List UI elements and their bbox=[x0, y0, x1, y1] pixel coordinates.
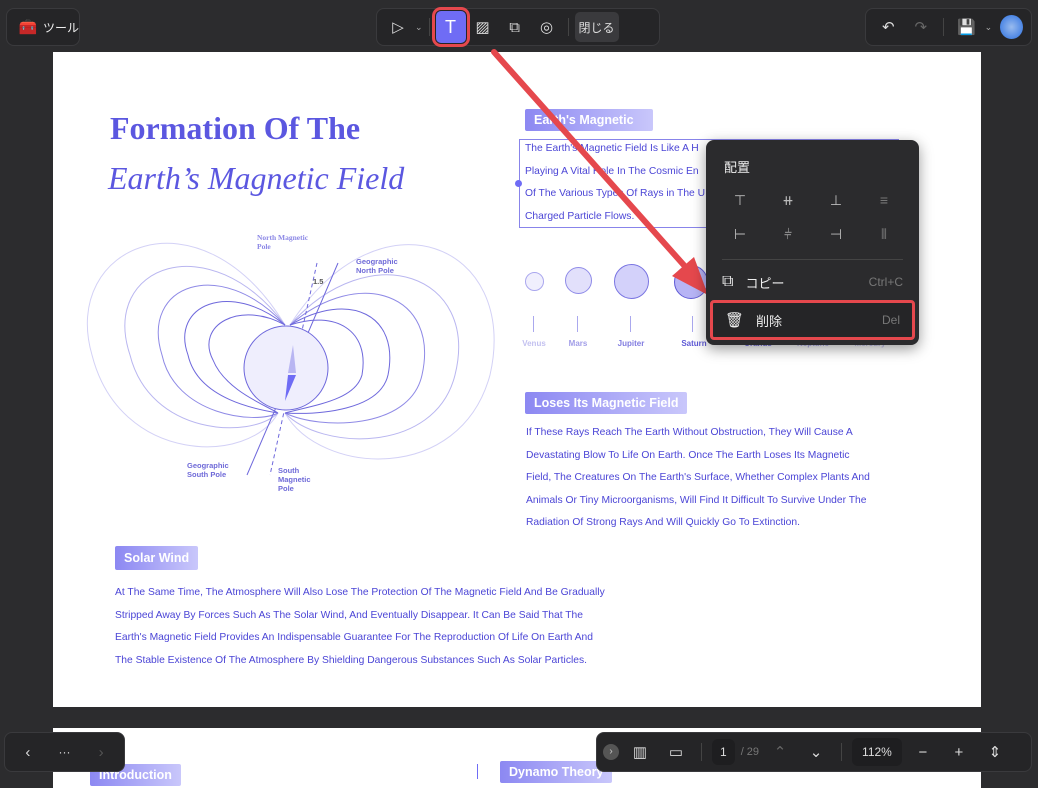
align-left-icon[interactable]: ⊢ bbox=[727, 226, 753, 248]
copy-shortcut: Ctrl+C bbox=[868, 275, 903, 289]
presentation-icon[interactable]: ▭ bbox=[661, 737, 691, 767]
divider bbox=[701, 743, 702, 761]
zoom-in-icon[interactable]: + bbox=[944, 737, 974, 767]
page-layout-icon[interactable]: ▥ bbox=[625, 737, 655, 767]
distribute-horizontal-icon[interactable]: ⦀ bbox=[871, 226, 897, 248]
more-button[interactable]: ··· bbox=[58, 745, 70, 759]
chevron-left-icon[interactable]: ‹ bbox=[13, 737, 43, 767]
align-middle-icon[interactable]: ⧺ bbox=[775, 192, 801, 214]
annotation-arrow bbox=[491, 49, 708, 295]
zoom-level[interactable]: 112% bbox=[852, 738, 902, 766]
page-number-input[interactable]: 1 bbox=[712, 739, 735, 765]
context-menu: 配置 ⊤ ⧺ ⊥ ≡ ⊢ ⫩ ⊣ ⦀ ⧉ コピー Ctrl+C 🗑 削除 Del bbox=[706, 140, 919, 345]
delete-label: 削除 bbox=[756, 313, 783, 329]
align-center-icon[interactable]: ⫩ bbox=[775, 226, 801, 248]
menu-title: 配置 bbox=[724, 160, 751, 175]
fit-page-icon[interactable]: ⇕ bbox=[980, 737, 1010, 767]
align-right-icon[interactable]: ⊣ bbox=[823, 226, 849, 248]
page-total: / 29 bbox=[740, 746, 760, 758]
distribute-vertical-icon[interactable]: ≡ bbox=[871, 192, 897, 214]
align-bottom-icon[interactable]: ⊥ bbox=[823, 192, 849, 214]
align-top-icon[interactable]: ⊤ bbox=[727, 192, 753, 214]
view-controls: › ▥ ▭ 1 / 29 ⌃ ⌄ 112% − + ⇕ bbox=[596, 732, 1032, 772]
copy-label: コピー bbox=[745, 275, 785, 291]
chevron-down-icon[interactable]: ⌄ bbox=[801, 737, 831, 767]
copy-icon: ⧉ bbox=[722, 273, 734, 290]
page-nav-group: ‹ ··· › bbox=[4, 732, 125, 772]
divider bbox=[841, 743, 843, 761]
chevron-up-icon[interactable]: ⌃ bbox=[765, 737, 795, 767]
delete-shortcut: Del bbox=[881, 313, 900, 327]
divider bbox=[722, 259, 903, 260]
menu-item-copy[interactable]: ⧉ コピー Ctrl+C bbox=[710, 265, 915, 299]
zoom-out-icon[interactable]: − bbox=[908, 737, 938, 767]
menu-item-delete[interactable]: 🗑 削除 Del bbox=[710, 300, 915, 340]
expand-icon[interactable]: › bbox=[603, 744, 619, 760]
chevron-right-icon[interactable]: › bbox=[86, 737, 116, 767]
trash-icon: 🗑 bbox=[725, 312, 745, 329]
